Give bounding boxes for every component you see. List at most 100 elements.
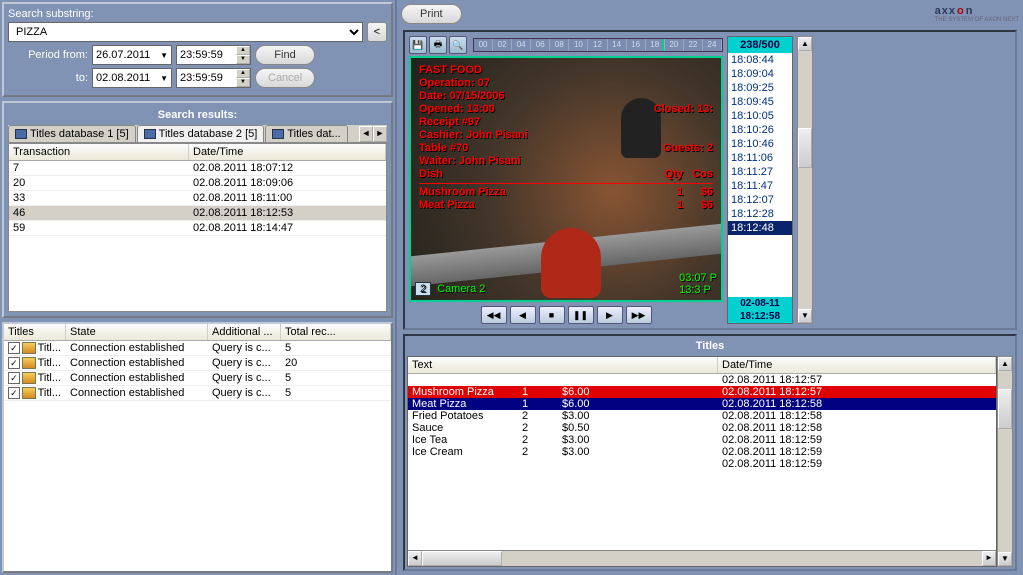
timestamp-item[interactable]: 18:12:28 xyxy=(728,207,792,221)
scroll-thumb[interactable] xyxy=(798,128,812,168)
save-icon[interactable]: 💾 xyxy=(409,36,427,54)
zoom-icon[interactable]: 🔍 xyxy=(449,36,467,54)
time-from-spinner[interactable]: 23:59:59▲▼ xyxy=(176,45,251,65)
play-button[interactable]: ▶ xyxy=(597,306,623,324)
stop-button[interactable]: ■ xyxy=(539,306,565,324)
timestamp-item[interactable]: 18:09:45 xyxy=(728,95,792,109)
scroll-up-icon[interactable]: ▲ xyxy=(998,357,1012,371)
list-item[interactable]: Ice Tea2$3.0002.08.2011 18:12:59 xyxy=(408,434,996,446)
time-to-spinner[interactable]: 23:59:59▲▼ xyxy=(176,68,251,88)
connections-panel: Titles State Additional ... Total rec...… xyxy=(2,322,393,573)
timeline-marker[interactable] xyxy=(662,39,664,51)
print-icon[interactable]: 🖶 xyxy=(429,36,447,54)
timestamp-item[interactable]: 18:10:05 xyxy=(728,109,792,123)
period-from-label: Period from: xyxy=(8,49,88,61)
table-row[interactable]: 3302.08.2011 18:11:00 xyxy=(9,191,386,206)
list-item[interactable]: Sauce2$0.5002.08.2011 18:12:58 xyxy=(408,422,996,434)
hscroll-thumb[interactable] xyxy=(422,551,502,566)
timestamp-item[interactable]: 18:11:27 xyxy=(728,165,792,179)
table-row[interactable]: ✓Titl...Connection establishedQuery is c… xyxy=(4,386,391,401)
print-button[interactable]: Print xyxy=(401,4,462,24)
scroll-up-icon[interactable]: ▲ xyxy=(798,37,812,51)
scroll-left-icon[interactable]: ◄ xyxy=(408,551,422,566)
col-state[interactable]: State xyxy=(66,324,208,340)
video-area: 💾 🖶 🔍 00020406081012141618202224 FAST FO… xyxy=(403,30,1017,330)
find-button[interactable]: Find xyxy=(255,45,315,65)
search-label: Search substring: xyxy=(8,8,387,20)
col-text[interactable]: Text xyxy=(408,357,718,373)
date-to-picker[interactable]: 02.08.2011▼ xyxy=(92,68,172,88)
list-item[interactable]: Mushroom Pizza1$6.0002.08.2011 18:12:57 xyxy=(408,386,996,398)
cancel-button[interactable]: Cancel xyxy=(255,68,315,88)
scroll-down-icon[interactable]: ▼ xyxy=(798,309,812,323)
scroll-right-icon[interactable]: ► xyxy=(982,551,996,566)
top-bar: Print axxon THE SYSTEM OF AXON NEXT xyxy=(397,0,1023,28)
col-total[interactable]: Total rec... xyxy=(281,324,391,340)
timestamp-item[interactable]: 18:09:04 xyxy=(728,67,792,81)
tab-scroll-right[interactable]: ► xyxy=(373,126,387,142)
timestamp-scrollbar[interactable]: ▲ ▼ xyxy=(797,36,813,324)
playback-controls: ◀◀ ◀ ■ ❚❚ ▶ ▶▶ xyxy=(409,306,723,324)
table-row[interactable]: 702.08.2011 18:07:12 xyxy=(9,161,386,176)
results-tab[interactable]: Titles database 2 [5] xyxy=(137,125,265,142)
date-from-picker[interactable]: 26.07.2011▼ xyxy=(92,45,172,65)
timeline[interactable]: 00020406081012141618202224 xyxy=(473,38,723,52)
col-datetime[interactable]: Date/Time xyxy=(189,144,386,160)
timestamp-item[interactable]: 18:08:44 xyxy=(728,53,792,67)
table-row[interactable]: ✓Titl...Connection establishedQuery is c… xyxy=(4,341,391,356)
pause-button[interactable]: ❚❚ xyxy=(568,306,594,324)
list-item[interactable]: 02.08.2011 18:12:59 xyxy=(408,458,996,470)
checkbox[interactable]: ✓ xyxy=(8,357,20,369)
list-item[interactable]: Fried Potatoes2$3.0002.08.2011 18:12:58 xyxy=(408,410,996,422)
timestamp-item[interactable]: 18:10:46 xyxy=(728,137,792,151)
camera-label: 2Camera 2 xyxy=(415,282,485,296)
checkbox[interactable]: ✓ xyxy=(8,387,20,399)
titles-grid: Text Date/Time 02.08.2011 18:12:57Mushro… xyxy=(407,356,997,567)
play-back-button[interactable]: ◀ xyxy=(510,306,536,324)
search-input[interactable]: PIZZA xyxy=(8,22,363,42)
timeline-tick: 10 xyxy=(569,39,588,51)
list-item[interactable]: 02.08.2011 18:12:57 xyxy=(408,374,996,386)
timestamp-item[interactable]: 18:12:07 xyxy=(728,193,792,207)
tab-scroll-left[interactable]: ◄ xyxy=(359,126,373,142)
table-row[interactable]: 5902.08.2011 18:14:47 xyxy=(9,221,386,236)
chevron-down-icon: ▼ xyxy=(160,51,168,60)
scroll-down-icon[interactable]: ▼ xyxy=(998,552,1012,566)
video-frame[interactable]: FAST FOOD Operation: 07 Date: 07/15/2006… xyxy=(409,56,723,302)
frame-counter: 238/500 xyxy=(728,37,792,53)
table-row[interactable]: 4602.08.2011 18:12:53 xyxy=(9,206,386,221)
forward-button[interactable]: ▶▶ xyxy=(626,306,652,324)
table-row[interactable]: 2002.08.2011 18:09:06 xyxy=(9,176,386,191)
timeline-tick: 04 xyxy=(512,39,531,51)
timeline-tick: 06 xyxy=(531,39,550,51)
table-row[interactable]: ✓Titl...Connection establishedQuery is c… xyxy=(4,371,391,386)
col-additional[interactable]: Additional ... xyxy=(208,324,281,340)
rewind-button[interactable]: ◀◀ xyxy=(481,306,507,324)
results-tab[interactable]: Titles database 1 [5] xyxy=(8,125,136,142)
back-button[interactable]: < xyxy=(367,22,387,42)
col-titles[interactable]: Titles xyxy=(4,324,66,340)
timestamp-item[interactable]: 18:09:25 xyxy=(728,81,792,95)
timeline-tick: 16 xyxy=(627,39,646,51)
timestamp-item[interactable]: 18:10:26 xyxy=(728,123,792,137)
list-item[interactable]: Meat Pizza1$6.0002.08.2011 18:12:58 xyxy=(408,398,996,410)
logo: axxon xyxy=(935,5,1019,17)
timestamp-item[interactable]: 18:11:06 xyxy=(728,151,792,165)
col-transaction[interactable]: Transaction xyxy=(9,144,189,160)
results-tab[interactable]: Titles dat... xyxy=(265,125,347,142)
timestamp-item[interactable]: 18:12:48 xyxy=(728,221,792,235)
timestamp-item[interactable]: 18:11:47 xyxy=(728,179,792,193)
timeline-tick: 24 xyxy=(703,39,722,51)
checkbox[interactable]: ✓ xyxy=(8,372,20,384)
results-title: Search results: xyxy=(8,109,387,121)
titles-hscrollbar[interactable]: ◄ ► xyxy=(408,550,996,566)
checkbox[interactable]: ✓ xyxy=(8,342,20,354)
monitor-icon xyxy=(15,129,27,139)
titles-vscrollbar[interactable]: ▲ ▼ xyxy=(997,356,1013,567)
scroll-thumb[interactable] xyxy=(998,389,1012,429)
table-row[interactable]: ✓Titl...Connection establishedQuery is c… xyxy=(4,356,391,371)
list-item[interactable]: Ice Cream2$3.0002.08.2011 18:12:59 xyxy=(408,446,996,458)
timeline-tick: 22 xyxy=(684,39,703,51)
col-datetime[interactable]: Date/Time xyxy=(718,357,996,373)
database-icon xyxy=(22,372,36,384)
